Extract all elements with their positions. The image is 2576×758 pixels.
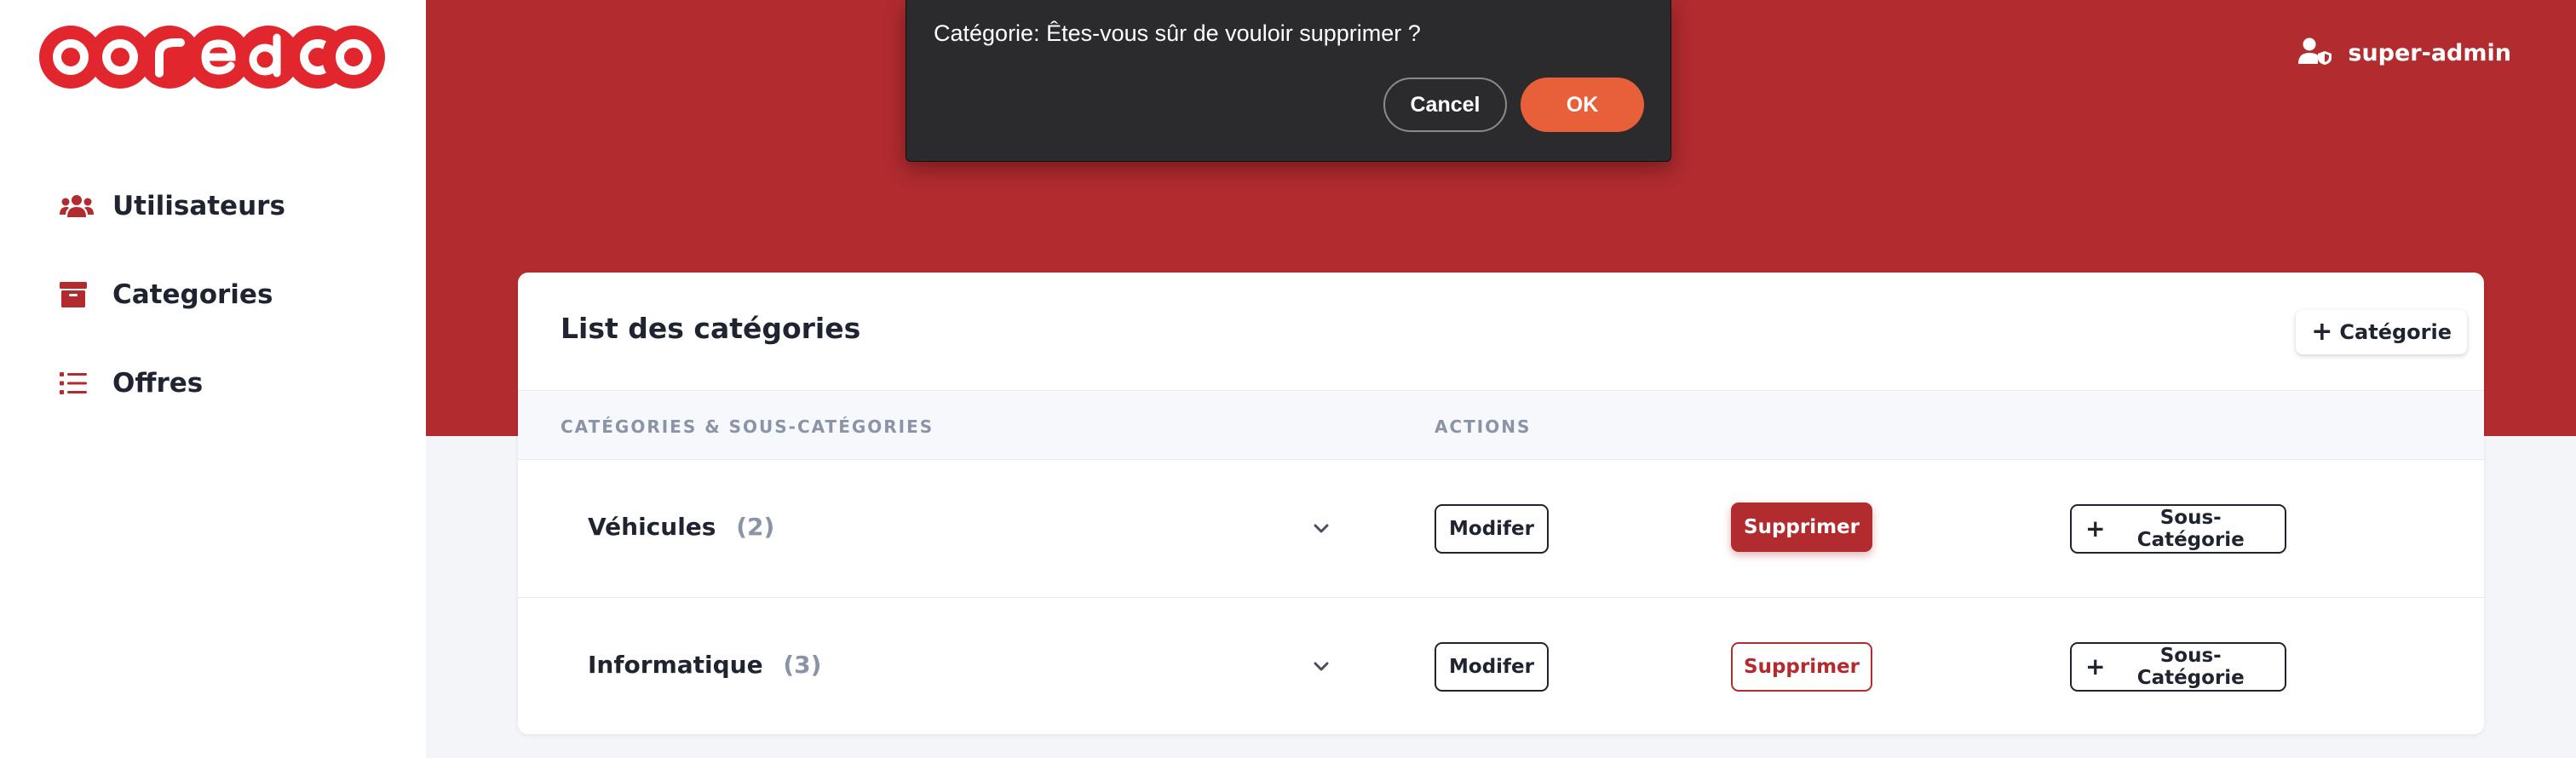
add-category-button[interactable]: + Catégorie	[2296, 310, 2467, 354]
chevron-down-icon[interactable]	[1308, 654, 1334, 680]
cancel-button[interactable]: Cancel	[1383, 78, 1507, 132]
user-name: super-admin	[2348, 39, 2511, 66]
category-count: (2)	[736, 513, 775, 541]
sidebar-item-label: Utilisateurs	[112, 191, 285, 221]
category-count: (3)	[783, 651, 822, 679]
column-header-actions: ACTIONS	[1435, 416, 1532, 437]
category-label: Informatique	[588, 651, 763, 679]
category-name: Véhicules (2)	[588, 513, 774, 541]
card-header: List des catégories + Catégorie	[518, 273, 2484, 390]
user-shield-icon	[2298, 37, 2332, 68]
table-header: CATÉGORIES & SOUS-CATÉGORIES ACTIONS	[518, 390, 2484, 460]
column-header-categories: CATÉGORIES & SOUS-CATÉGORIES	[561, 416, 934, 437]
sidebar-item-utilisateurs[interactable]: Utilisateurs	[60, 162, 285, 250]
add-subcategory-button[interactable]: + Sous-Catégorie	[2070, 504, 2286, 554]
category-label: Véhicules	[588, 513, 716, 541]
delete-button[interactable]: Supprimer	[1731, 502, 1872, 552]
sidebar-nav: Utilisateurs Categories Offres	[60, 162, 285, 428]
archive-box-icon	[60, 279, 95, 310]
chevron-down-icon[interactable]	[1308, 516, 1334, 542]
add-category-label: Catégorie	[2339, 320, 2452, 344]
user-menu[interactable]: super-admin	[2298, 37, 2511, 68]
table-row: Véhicules (2) Modifer Supprimer + Sous-C…	[518, 460, 2484, 598]
plus-icon: +	[2085, 514, 2106, 543]
plus-icon: +	[2311, 317, 2333, 347]
page-title: List des catégories	[561, 312, 861, 345]
ok-button[interactable]: OK	[1521, 78, 1644, 132]
sidebar: Utilisateurs Categories Offres	[0, 0, 426, 758]
delete-button[interactable]: Supprimer	[1731, 642, 1872, 692]
add-subcategory-label: Sous-Catégorie	[2136, 507, 2245, 551]
modify-button[interactable]: Modifer	[1435, 642, 1549, 692]
list-icon	[60, 368, 95, 399]
sidebar-item-offres[interactable]: Offres	[60, 339, 285, 428]
modify-button[interactable]: Modifer	[1435, 504, 1549, 554]
sidebar-item-label: Categories	[112, 279, 273, 310]
categories-card: List des catégories + Catégorie CATÉGORI…	[518, 273, 2484, 734]
sidebar-item-label: Offres	[112, 368, 204, 399]
ooredoo-logo[interactable]	[39, 26, 385, 89]
add-subcategory-button[interactable]: + Sous-Catégorie	[2070, 642, 2286, 692]
add-subcategory-label: Sous-Catégorie	[2136, 645, 2245, 689]
table-row: Informatique (3) Modifer Supprimer + Sou…	[518, 598, 2484, 734]
confirm-dialog: Catégorie: Êtes-vous sûr de vouloir supp…	[906, 0, 1671, 162]
users-icon	[60, 191, 95, 221]
plus-icon: +	[2085, 652, 2106, 680]
dialog-message: Catégorie: Êtes-vous sûr de vouloir supp…	[934, 20, 1421, 46]
category-name: Informatique (3)	[588, 651, 821, 679]
sidebar-item-categories[interactable]: Categories	[60, 250, 285, 339]
